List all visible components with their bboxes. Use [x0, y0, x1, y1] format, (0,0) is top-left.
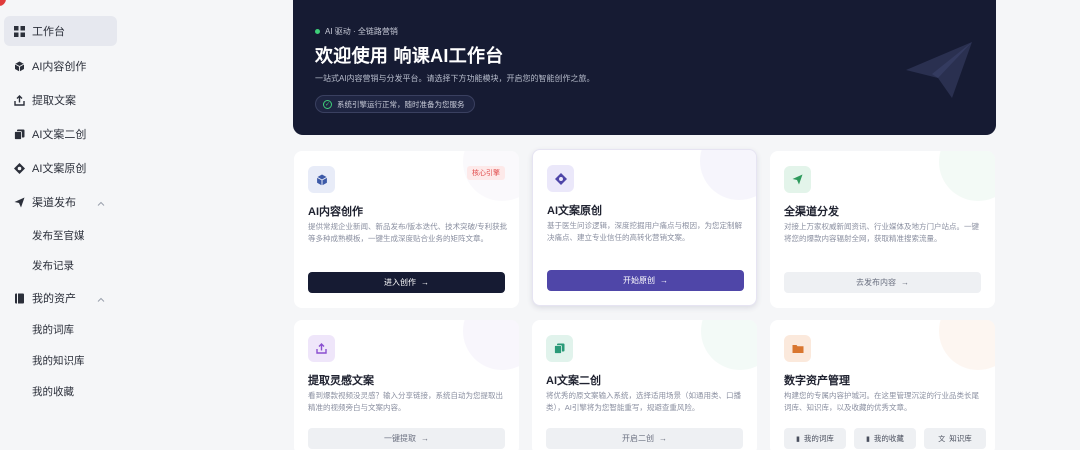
sidebar-item-ai-content[interactable]: AI内容创作	[4, 51, 117, 81]
cube-icon	[308, 166, 335, 193]
hero-subtitle: 一站式AI内容营销与分发平台。请选择下方功能模块，开启您的智能创作之旅。	[315, 74, 595, 83]
button-label: 开启二创	[622, 434, 654, 443]
card-distribution: 全渠道分发 对接上万家权威新闻资讯、行业媒体及地方门户站点。一键将您的爆款内容辐…	[770, 151, 995, 308]
arrow-right-icon: →	[901, 278, 909, 287]
status-dot-icon	[315, 29, 320, 34]
sidebar-item-label: 我的资产	[32, 293, 76, 305]
upload-icon	[308, 335, 335, 362]
status-badge: ✓ 系统引擎运行正常，随时准备为您服务	[315, 95, 475, 113]
button-label: 进入创作	[384, 278, 416, 287]
sidebar-item-assets[interactable]: 我的资产	[4, 283, 117, 313]
start-rewrite-button[interactable]: 开启二创 →	[546, 428, 743, 449]
sidebar-item-extract[interactable]: 提取文案	[4, 85, 117, 115]
sidebar-item-rewrite[interactable]: AI文案二创	[4, 119, 117, 149]
arrow-right-icon: →	[421, 278, 429, 287]
card-ai-original: AI文案原创 基于医生问诊逻辑，深度挖掘用户痛点与根因，为您定制解决痛点、建立专…	[532, 149, 757, 306]
translate-icon: 文	[938, 435, 946, 443]
sidebar-item-label: AI文案原创	[32, 163, 87, 175]
sidebar-item-label: 工作台	[32, 26, 65, 38]
sidebar-subitem-wordbank[interactable]: 我的词库	[32, 320, 74, 340]
upload-icon	[13, 94, 25, 106]
card-title: AI文案二创	[546, 375, 601, 387]
core-engine-badge: 核心引擎	[467, 166, 505, 180]
asset-button-group: ▮ 我的词库 ▮ 我的收藏 文知识库	[784, 428, 994, 449]
sidebar-item-label: AI文案二创	[32, 129, 87, 141]
my-wordbank-button[interactable]: ▮ 我的词库	[784, 428, 846, 449]
hero-tag: AI 驱动 · 全链路营销	[315, 26, 398, 37]
button-label: 我的收藏	[873, 434, 904, 443]
card-description: 基于医生问诊逻辑，深度挖掘用户痛点与根因，为您定制解决痛点、建立专业信任的高转化…	[547, 221, 742, 242]
card-decoration	[939, 320, 995, 370]
button-label: 我的词库	[803, 434, 834, 443]
sidebar-subitem-knowledge[interactable]: 我的知识库	[32, 351, 85, 371]
card-decoration	[700, 150, 756, 200]
card-decoration	[939, 151, 995, 201]
card-description: 将优秀的原文案输入系统，选择适用场景（如通用类、口播类），AI引擎将为您智能重写…	[546, 391, 741, 412]
chevron-up-icon[interactable]	[97, 293, 105, 305]
card-title: AI内容创作	[308, 206, 363, 218]
sidebar-item-original[interactable]: AI文案原创	[4, 153, 117, 183]
button-label: 开始原创	[623, 276, 655, 285]
arrow-right-icon: →	[660, 276, 668, 285]
folder-icon	[784, 335, 811, 362]
card-ai-content: 核心引擎 AI内容创作 提供常规企业新闻、新品发布/版本迭代、技术突破/专利获批…	[294, 151, 519, 308]
card-description: 对接上万家权威新闻资讯、行业媒体及地方门户站点。一键将您的爆款内容辐射全网，获取…	[784, 222, 979, 243]
button-label: 去发布内容	[856, 278, 896, 287]
arrow-right-icon: →	[421, 434, 429, 443]
start-original-button[interactable]: 开始原创 →	[547, 270, 744, 291]
sidebar: 工作台 AI内容创作 提取文案 AI文案二创 AI文案原创 渠道发布 发布至官媒…	[0, 0, 128, 450]
card-title: 提取灵感文案	[308, 375, 374, 387]
sidebar-subitem-publish-records[interactable]: 发布记录	[32, 256, 74, 276]
target-icon	[547, 165, 574, 192]
send-icon	[784, 166, 811, 193]
card-decoration	[701, 320, 757, 370]
page-title: 欢迎使用 响课AI工作台	[315, 46, 504, 66]
logo	[0, 0, 6, 6]
go-publish-button[interactable]: 去发布内容 →	[784, 272, 981, 293]
sidebar-subitem-favorites[interactable]: 我的收藏	[32, 382, 74, 402]
card-title: 全渠道分发	[784, 206, 839, 218]
card-description: 看到爆款视频没灵感？输入分享链接，系统自动为您提取出精准的视频旁白与文案内容。	[308, 391, 503, 412]
copy-icon	[546, 335, 573, 362]
one-click-extract-button[interactable]: 一键提取 →	[308, 428, 505, 449]
sidebar-item-label: AI内容创作	[32, 61, 87, 73]
bookmark-icon: ▮	[866, 435, 870, 443]
knowledge-base-button[interactable]: 文知识库	[924, 428, 986, 449]
card-description: 提供常规企业新闻、新品发布/版本迭代、技术突破/专利获批等多种成熟模板，一键生成…	[308, 222, 508, 243]
hero-tag-text: AI 驱动 · 全链路营销	[325, 27, 398, 36]
send-icon	[13, 196, 25, 208]
sidebar-item-label: 提取文案	[32, 95, 76, 107]
arrow-right-icon: →	[659, 434, 667, 443]
my-favorites-button[interactable]: ▮ 我的收藏	[854, 428, 916, 449]
paper-plane-icon	[904, 40, 974, 105]
card-title: AI文案原创	[547, 205, 602, 217]
card-decoration	[463, 320, 519, 370]
grid-icon	[13, 25, 25, 37]
book-icon: ▮	[796, 435, 800, 443]
book-icon	[13, 292, 25, 304]
card-title: 数字资产管理	[784, 375, 850, 387]
cube-icon	[13, 60, 25, 72]
sidebar-item-workbench[interactable]: 工作台	[4, 16, 117, 46]
enter-create-button[interactable]: 进入创作 →	[308, 272, 505, 293]
card-rewrite: AI文案二创 将优秀的原文案输入系统，选择适用场景（如通用类、口播类），AI引擎…	[532, 320, 757, 450]
button-label: 一键提取	[384, 434, 416, 443]
status-text: 系统引擎运行正常，随时准备为您服务	[337, 99, 465, 109]
button-label: 知识库	[949, 434, 972, 443]
check-circle-icon: ✓	[323, 99, 332, 109]
card-assets: 数字资产管理 构建您的专属内容护城河。在这里管理沉淀的行业品类长尾词库、知识库，…	[770, 320, 995, 450]
sidebar-item-publish[interactable]: 渠道发布	[4, 187, 117, 217]
copy-icon	[13, 128, 25, 140]
chevron-up-icon[interactable]	[97, 197, 105, 209]
card-extract: 提取灵感文案 看到爆款视频没灵感？输入分享链接，系统自动为您提取出精准的视频旁白…	[294, 320, 519, 450]
target-icon	[13, 162, 25, 174]
sidebar-item-label: 渠道发布	[32, 197, 76, 209]
hero-banner: AI 驱动 · 全链路营销 欢迎使用 响课AI工作台 一站式AI内容营销与分发平…	[293, 0, 996, 135]
sidebar-subitem-publish-official[interactable]: 发布至官媒	[32, 226, 85, 246]
card-description: 构建您的专属内容护城河。在这里管理沉淀的行业品类长尾词库、知识库，以及收藏的优秀…	[784, 391, 979, 412]
